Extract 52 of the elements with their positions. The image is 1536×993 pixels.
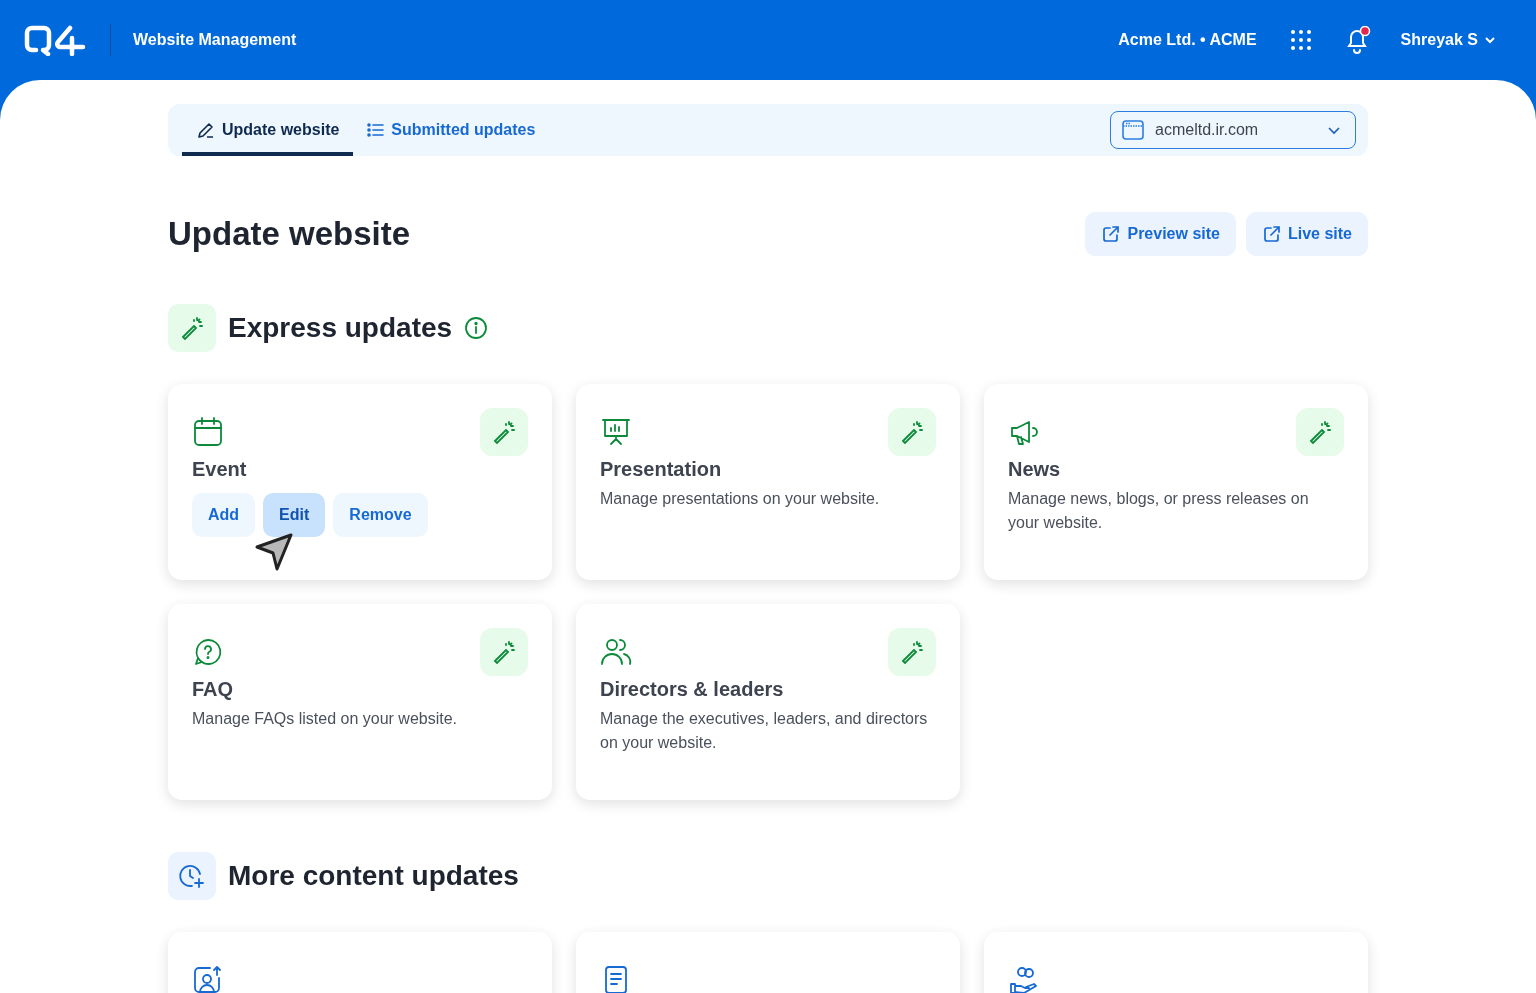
user-menu[interactable]: Shreyak S [1400, 31, 1496, 49]
chevron-down-icon [1484, 34, 1496, 46]
cursor-arrow-icon [255, 533, 294, 571]
card-description: Manage FAQs listed on your website. [192, 709, 459, 729]
magic-wand-icon [168, 304, 216, 352]
card-description: Manage news, blogs, or press releases on your website. [1008, 489, 1310, 533]
app-title: Website Management [133, 31, 297, 49]
update-card[interactable]: Directors & leaders Manage the executives, leaders, and directors on your website. [576, 604, 960, 800]
section-title: More content updates [228, 860, 519, 892]
update-card[interactable]: Event Add Edit Remove [168, 384, 552, 580]
info-icon[interactable] [464, 316, 489, 340]
action-button[interactable]: Add [192, 493, 256, 537]
update-card[interactable]: Presentation Manage presentations on your website. [576, 384, 960, 580]
card-icon [1008, 964, 1040, 993]
card-icon [192, 636, 224, 668]
tab[interactable]: Update website [182, 104, 354, 156]
card-title: Presentation [600, 458, 723, 481]
magic-wand-icon[interactable] [888, 628, 936, 676]
update-card[interactable]: News Manage news, blogs, or press releases on your website. [984, 384, 1368, 580]
apps-grid-icon[interactable] [1290, 30, 1311, 50]
tab[interactable]: Submitted updates [353, 104, 550, 156]
action-button[interactable]: Edit [263, 493, 326, 537]
list-icon [367, 121, 386, 139]
section-title: Express updates [228, 312, 453, 344]
card-title: News [1008, 458, 1062, 481]
notification-bell-icon[interactable] [1344, 26, 1371, 54]
external-link-icon [1101, 224, 1122, 244]
magic-wand-icon[interactable] [480, 408, 528, 456]
site-dropdown[interactable]: acmeltd.ir.com [1110, 111, 1356, 149]
browser-window-icon [1121, 118, 1145, 142]
external-link-button[interactable]: Preview site [1085, 212, 1236, 256]
clock-plus-icon [168, 852, 216, 900]
card-icon [600, 636, 632, 668]
external-link-button[interactable]: Live site [1245, 212, 1368, 256]
card-title: Event [192, 458, 248, 481]
external-link-icon [1261, 224, 1282, 244]
pen-icon [196, 120, 216, 140]
card-icon [192, 416, 224, 448]
card-title: Directors & leaders [600, 678, 785, 701]
card-description: Manage presentations on your website. [600, 489, 881, 509]
card-title: FAQ [192, 678, 235, 701]
organization-name[interactable]: Acme Ltd. • ACME [1118, 31, 1257, 49]
card-icon [600, 416, 632, 448]
update-card[interactable]: FAQ Manage FAQs listed on your website. [168, 604, 552, 800]
page-title: Update website [168, 215, 411, 253]
magic-wand-icon[interactable] [1296, 408, 1344, 456]
action-button[interactable]: Remove [333, 493, 428, 537]
card-icon [192, 964, 224, 993]
magic-wand-icon[interactable] [480, 628, 528, 676]
magic-wand-icon[interactable] [888, 408, 936, 456]
logo-icon[interactable] [24, 24, 86, 56]
card-description: Manage the executives, leaders, and directors on your website. [600, 709, 929, 753]
